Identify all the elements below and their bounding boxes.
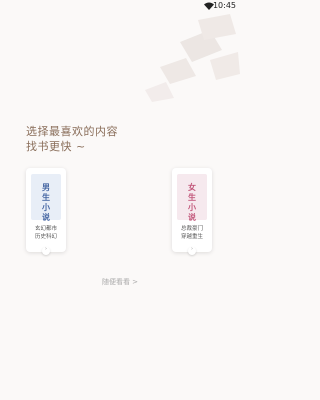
headline-line-1: 选择最喜欢的内容 [26,125,118,138]
decorative-books-image [145,14,240,102]
genre-label: 玄幻都市 [34,226,57,232]
genre-label: 总裁豪门 [180,226,203,232]
male-fiction-genres: 玄幻都市 历史科幻 [26,225,66,241]
male-fiction-card[interactable]: 男生小说 玄幻都市 历史科幻 › [26,168,66,255]
chevron-right-icon: › [191,246,193,252]
male-fiction-cover: 男生小说 [31,174,61,222]
headline-line-2: 找书更快 ~ [26,140,86,153]
female-fiction-genres: 总裁豪门 穿越重生 [172,225,212,241]
status-bar: 10:45 [0,0,240,12]
headline: 选择最喜欢的内容 找书更快 ~ [26,124,118,154]
select-indicator: › [42,246,50,255]
genre-label: 穿越重生 [180,234,203,240]
select-indicator: › [188,246,196,255]
female-fiction-cover: 女生小说 [177,174,207,222]
status-time: 10:45 [212,1,236,10]
browse-randomly-link[interactable]: 随便看看 > [0,277,240,287]
male-fiction-title: 男生小说 [42,183,50,222]
female-fiction-card[interactable]: 女生小说 总裁豪门 穿越重生 › [172,168,212,255]
genre-label: 历史科幻 [34,234,57,240]
female-fiction-title: 女生小说 [188,183,196,222]
chevron-right-icon: › [45,246,47,252]
